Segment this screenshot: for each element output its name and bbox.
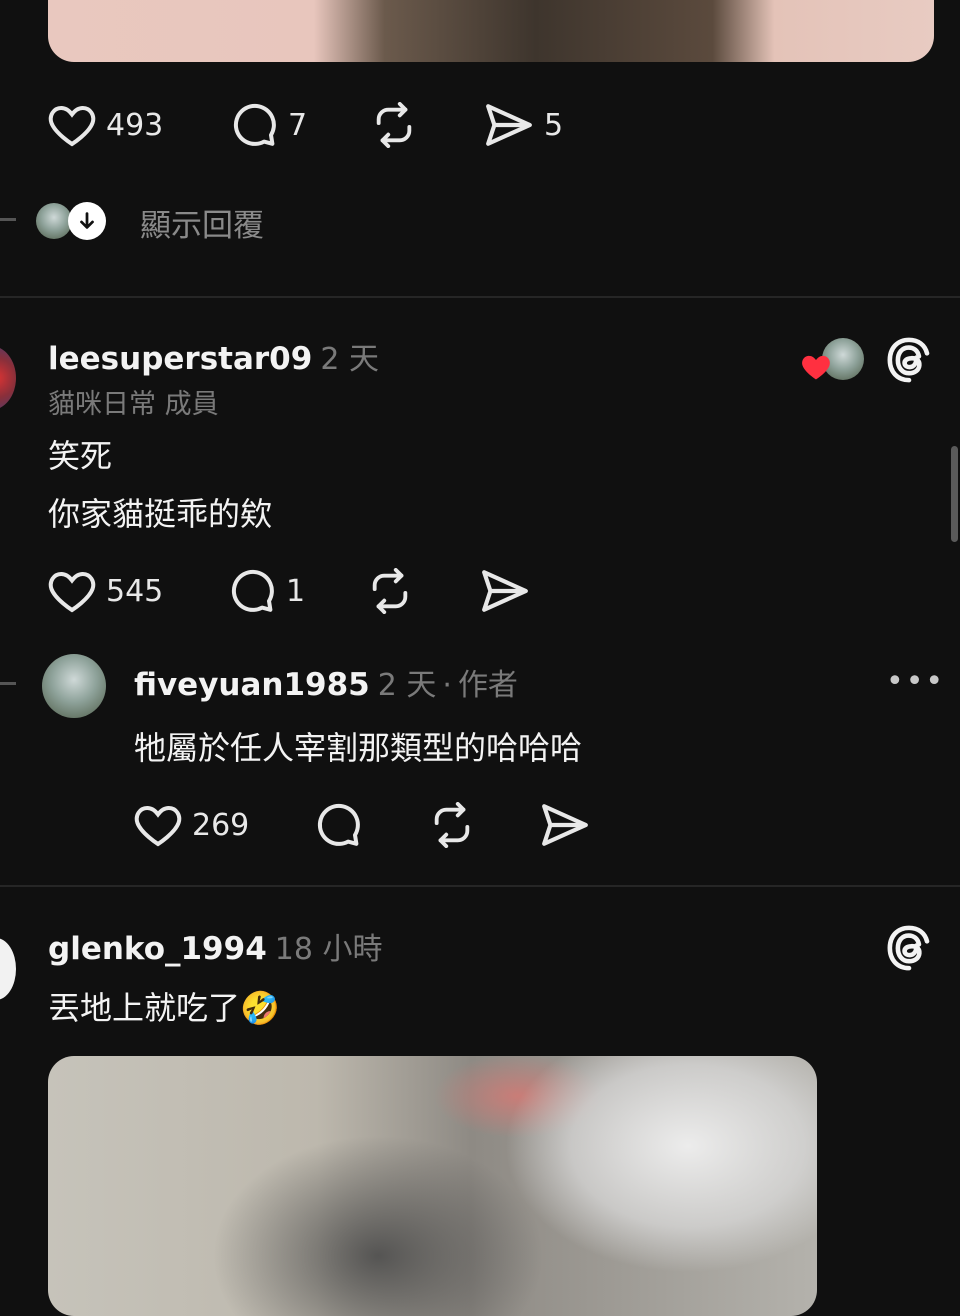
comment-button[interactable]: 7 xyxy=(230,102,307,148)
comment-count: 1 xyxy=(286,573,306,609)
like-count: 545 xyxy=(106,573,164,609)
avatar[interactable] xyxy=(0,346,16,410)
timestamp: 2 天 xyxy=(377,668,437,703)
heart-filled-icon xyxy=(800,352,832,386)
share-count: 5 xyxy=(544,107,564,143)
comment-bubble-icon xyxy=(228,568,276,614)
like-count: 493 xyxy=(106,107,164,143)
comment-button[interactable] xyxy=(314,802,362,848)
repost-button[interactable] xyxy=(428,802,476,848)
comment-button[interactable]: 1 xyxy=(228,568,305,614)
comment-bubble-icon xyxy=(314,802,362,848)
author-badge: 作者 xyxy=(457,668,518,703)
share-button[interactable]: 5 xyxy=(484,102,563,148)
reply-header: fiveyuan1985 2 天 · 作者 xyxy=(134,660,834,704)
threads-logo-icon[interactable] xyxy=(886,336,932,383)
reply-text: 牠屬於任人宰割那類型的哈哈哈 xyxy=(134,729,583,767)
heart-icon xyxy=(48,568,96,614)
send-icon xyxy=(540,802,590,848)
username[interactable]: glenko_1994 xyxy=(48,931,267,967)
reply-image[interactable] xyxy=(48,1056,817,1316)
reply-line-1: 笑死 xyxy=(48,437,113,475)
timestamp: 2 天 xyxy=(320,342,379,377)
reply-line-2: 你家貓挺乖的欸 xyxy=(48,495,273,533)
repost-button[interactable] xyxy=(370,102,418,148)
reply-actions: 269 xyxy=(134,800,734,852)
like-button[interactable]: 545 xyxy=(48,568,163,614)
thread-line xyxy=(0,218,16,221)
heart-icon xyxy=(48,102,96,148)
divider xyxy=(0,296,960,298)
like-count: 269 xyxy=(192,807,250,843)
send-icon xyxy=(484,102,534,148)
liked-by-author xyxy=(800,338,866,384)
send-icon xyxy=(480,568,530,614)
like-button[interactable]: 269 xyxy=(134,802,249,848)
post-actions: 493 7 5 xyxy=(48,100,648,152)
show-replies-label: 顯示回覆 xyxy=(140,208,264,244)
repost-icon xyxy=(366,568,414,614)
replier-avatar xyxy=(36,203,72,239)
scrollbar[interactable] xyxy=(951,446,958,542)
repost-icon xyxy=(428,802,476,848)
username[interactable]: leesuperstar09 xyxy=(48,341,312,377)
share-button[interactable] xyxy=(540,802,590,848)
timestamp: 18 小時 xyxy=(274,932,383,967)
reply-header: glenko_1994 18 小時 xyxy=(48,924,748,968)
reply-text: 丟地上就吃了🤣 xyxy=(48,989,280,1027)
threads-logo-icon[interactable] xyxy=(886,924,932,971)
comment-bubble-icon xyxy=(230,102,278,148)
separator-dot: · xyxy=(442,668,452,703)
avatar[interactable] xyxy=(0,938,16,1000)
comment-count: 7 xyxy=(288,107,308,143)
show-replies-row[interactable]: 顯示回覆 xyxy=(36,200,436,244)
repost-icon xyxy=(370,102,418,148)
more-options-icon[interactable]: ••• xyxy=(886,664,945,699)
post-video[interactable] xyxy=(48,0,934,62)
reply-actions: 545 1 xyxy=(48,566,648,618)
like-button[interactable]: 493 xyxy=(48,102,163,148)
username[interactable]: fiveyuan1985 xyxy=(134,667,370,703)
repost-button[interactable] xyxy=(366,568,414,614)
thread-line xyxy=(0,682,16,685)
divider xyxy=(0,885,960,887)
reply-header: leesuperstar09 2 天 xyxy=(48,334,748,378)
avatar[interactable] xyxy=(42,654,106,718)
heart-icon xyxy=(134,802,182,848)
community-badge[interactable]: 貓咪日常 成員 xyxy=(48,382,219,421)
share-button[interactable] xyxy=(480,568,530,614)
arrow-down-icon xyxy=(68,202,106,240)
